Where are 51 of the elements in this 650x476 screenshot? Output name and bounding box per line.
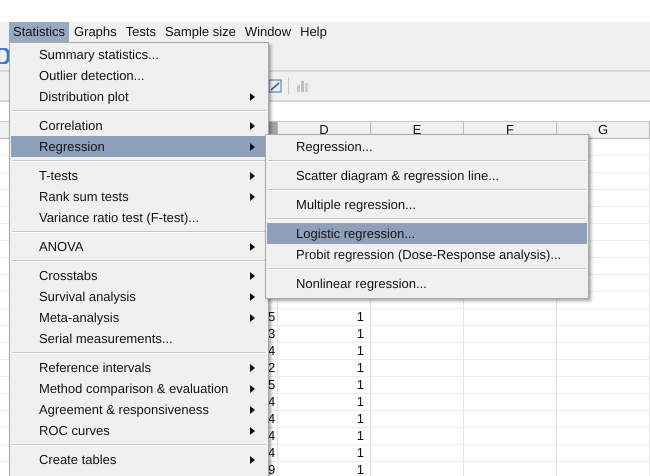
table-cell: 4	[268, 428, 276, 444]
table-cell: 1	[356, 428, 364, 443]
menu-bar-item[interactable]: Statistics	[9, 22, 70, 42]
table-cell: 1	[356, 326, 364, 341]
menu-item[interactable]: Correlation	[11, 115, 267, 136]
menu-item[interactable]: Create tables	[11, 449, 267, 470]
menu-bar-item[interactable]: Graphs	[70, 22, 121, 42]
menu-bar-item[interactable]: Tests	[122, 22, 160, 42]
menu-item[interactable]: Probit regression (Dose-Response analysis)...	[267, 244, 587, 265]
table-cell: 1	[356, 377, 364, 392]
menu-item[interactable]: Variance ratio test (F-test)...	[11, 207, 267, 228]
menu-item[interactable]: Survival analysis	[11, 286, 267, 307]
table-cell: 1	[356, 360, 364, 375]
table-cell: 5	[268, 377, 276, 393]
menu-item[interactable]: Rank sum tests	[11, 186, 267, 207]
menu-item[interactable]: Scatter diagram & regression line...	[267, 165, 587, 186]
menu-bar-item[interactable]: Help	[296, 22, 331, 42]
table-edit-icon[interactable]	[268, 78, 282, 94]
menu-bar-item[interactable]: Sample size	[161, 22, 240, 42]
menu-item[interactable]: Regression...	[267, 136, 587, 157]
menu-item[interactable]: Outlier detection...	[11, 65, 267, 86]
table-cell: 2	[268, 360, 276, 376]
table-cell: 9	[268, 462, 276, 476]
table-cell: 4	[268, 394, 276, 410]
menu-item[interactable]: Reference intervals	[11, 357, 267, 378]
menu-item[interactable]: Crosstabs	[11, 265, 267, 286]
menu-bar-item[interactable]: Window	[240, 22, 296, 42]
table-cell: 1	[356, 343, 364, 358]
menu-item[interactable]: Regression	[11, 136, 267, 157]
table-cell: 1	[356, 445, 364, 460]
menu-item[interactable]: Logistic regression...	[267, 223, 587, 244]
table-cell: 1	[356, 411, 364, 426]
table-cell: 4	[268, 445, 276, 461]
table-cell: 1	[356, 309, 364, 324]
menu-item[interactable]: ROC curves	[11, 420, 267, 441]
menu-item[interactable]: Multiple regression...	[267, 194, 587, 215]
table-cell: 4	[268, 411, 276, 427]
menu-item[interactable]: ANOVA	[11, 236, 267, 257]
menu-item[interactable]: Method comparison & evaluation	[11, 378, 267, 399]
table-cell: 3	[268, 326, 276, 342]
table-cell: 5	[268, 309, 276, 325]
table-cell: 1	[356, 462, 364, 476]
app-icon[interactable]	[0, 48, 9, 64]
table-cell: 4	[268, 343, 276, 359]
menu-item[interactable]: T-tests	[11, 165, 267, 186]
table-cell: 1	[356, 394, 364, 409]
menu-item[interactable]: Meta-analysis	[11, 307, 267, 328]
menu-item[interactable]: Serial measurements...	[11, 328, 267, 349]
menu-item[interactable]: Agreement & responsiveness	[11, 399, 267, 420]
menu-item[interactable]: Distribution plot	[11, 86, 267, 107]
menu-item[interactable]: Nonlinear regression...	[267, 273, 587, 294]
